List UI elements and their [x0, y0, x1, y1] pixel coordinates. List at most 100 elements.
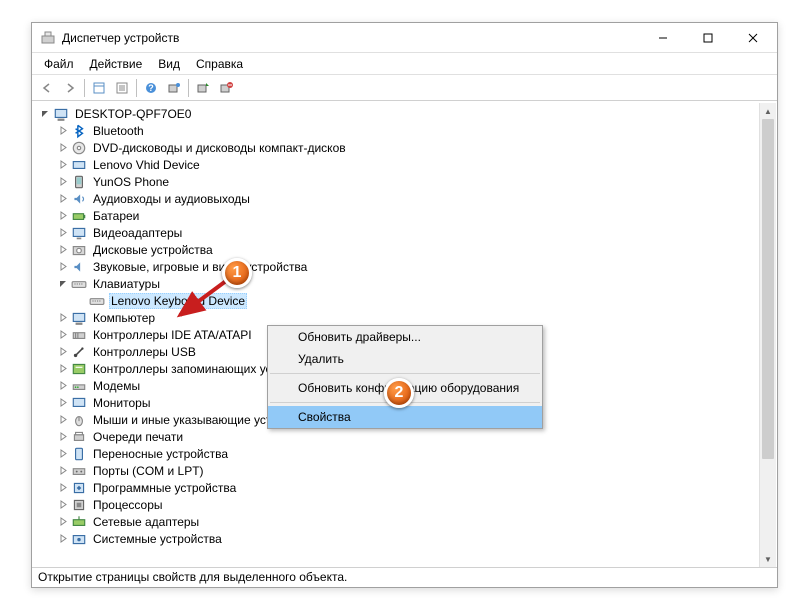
expand-icon[interactable] — [57, 516, 69, 528]
expand-icon[interactable] — [57, 363, 69, 375]
tree-node-label: Клавиатуры — [91, 276, 162, 292]
menu-file[interactable]: Файл — [36, 55, 82, 73]
status-text: Открытие страницы свойств для выделенног… — [38, 570, 347, 584]
collapse-icon[interactable] — [57, 278, 69, 290]
expand-icon[interactable] — [57, 125, 69, 137]
minimize-button[interactable] — [640, 23, 685, 52]
bluetooth-icon — [71, 123, 87, 139]
update-driver-button[interactable] — [192, 77, 214, 99]
printer-icon — [71, 429, 87, 445]
forward-button[interactable] — [59, 77, 81, 99]
disk-icon — [71, 242, 87, 258]
close-button[interactable] — [730, 23, 775, 52]
tree-node[interactable]: Клавиатуры — [33, 275, 776, 292]
tree-node[interactable]: Lenovo Vhid Device — [33, 156, 776, 173]
tree-node[interactable]: Lenovo Keyboard Device — [33, 292, 776, 309]
tree-node[interactable]: Компьютер — [33, 309, 776, 326]
expand-icon[interactable] — [57, 414, 69, 426]
context-delete[interactable]: Удалить — [268, 348, 542, 370]
tree-node[interactable]: Дисковые устройства — [33, 241, 776, 258]
expand-icon[interactable] — [57, 159, 69, 171]
expand-icon[interactable] — [57, 499, 69, 511]
expand-icon[interactable] — [57, 261, 69, 273]
tree-node[interactable]: Программные устройства — [33, 479, 776, 496]
dvd-icon — [71, 140, 87, 156]
context-properties[interactable]: Свойства — [268, 406, 542, 428]
phone-icon — [71, 174, 87, 190]
scroll-down-arrow[interactable]: ▼ — [760, 551, 776, 567]
port-icon — [71, 463, 87, 479]
maximize-button[interactable] — [685, 23, 730, 52]
tree-node[interactable]: Переносные устройства — [33, 445, 776, 462]
expand-icon[interactable] — [57, 465, 69, 477]
expand-icon[interactable] — [57, 312, 69, 324]
tree-node[interactable]: Сетевые адаптеры — [33, 513, 776, 530]
storage-icon — [71, 361, 87, 377]
cpu-icon — [71, 497, 87, 513]
expand-icon[interactable] — [57, 329, 69, 341]
context-update-drivers[interactable]: Обновить драйверы... — [268, 326, 542, 348]
expand-icon[interactable] — [57, 210, 69, 222]
collapse-icon[interactable] — [39, 108, 51, 120]
battery-icon — [71, 208, 87, 224]
menu-view[interactable]: Вид — [150, 55, 188, 73]
tree-node-label: Программные устройства — [91, 480, 238, 496]
tree-node[interactable]: YunOS Phone — [33, 173, 776, 190]
tree-node-label: Дисковые устройства — [91, 242, 215, 258]
expand-icon[interactable] — [57, 397, 69, 409]
tree-node-label: DVD-дисководы и дисководы компакт-дисков — [91, 140, 348, 156]
scroll-up-arrow[interactable]: ▲ — [760, 103, 776, 119]
back-button[interactable] — [36, 77, 58, 99]
menu-action[interactable]: Действие — [82, 55, 151, 73]
ide-icon — [71, 327, 87, 343]
vertical-scrollbar[interactable]: ▲ ▼ — [759, 103, 776, 567]
tree-node[interactable]: Видеоадаптеры — [33, 224, 776, 241]
help-button[interactable]: ? — [140, 77, 162, 99]
context-separator — [270, 373, 540, 374]
tree-node[interactable]: Батареи — [33, 207, 776, 224]
menu-help[interactable]: Справка — [188, 55, 251, 73]
system-icon — [71, 531, 87, 547]
expand-icon[interactable] — [57, 533, 69, 545]
expand-icon[interactable] — [57, 176, 69, 188]
tree-node[interactable]: DESKTOP-QPF7OE0 — [33, 105, 776, 122]
expand-icon[interactable] — [57, 227, 69, 239]
expand-icon[interactable] — [57, 380, 69, 392]
tree-node-label: Очереди печати — [91, 429, 185, 445]
titlebar: Диспетчер устройств — [32, 23, 777, 53]
statusbar: Открытие страницы свойств для выделенног… — [32, 567, 777, 587]
tree-node-label: Порты (COM и LPT) — [91, 463, 206, 479]
tree-node[interactable]: Процессоры — [33, 496, 776, 513]
tree-node[interactable]: Порты (COM и LPT) — [33, 462, 776, 479]
expand-icon[interactable] — [57, 431, 69, 443]
tree-node[interactable]: DVD-дисководы и дисководы компакт-дисков — [33, 139, 776, 156]
software-icon — [71, 480, 87, 496]
tree-node-label: Компьютер — [91, 310, 157, 326]
scroll-thumb[interactable] — [762, 119, 774, 459]
device-manager-window: Диспетчер устройств Файл Действие Вид Сп… — [31, 22, 778, 588]
tree-node[interactable]: Звуковые, игровые и видеоустройства — [33, 258, 776, 275]
uninstall-device-button[interactable] — [215, 77, 237, 99]
expand-icon[interactable] — [57, 244, 69, 256]
expand-icon[interactable] — [57, 142, 69, 154]
menubar: Файл Действие Вид Справка — [32, 53, 777, 75]
tree-node-label: DESKTOP-QPF7OE0 — [73, 106, 193, 122]
expand-icon[interactable] — [57, 193, 69, 205]
expand-icon[interactable] — [57, 482, 69, 494]
scan-hardware-button[interactable] — [163, 77, 185, 99]
properties-button[interactable] — [111, 77, 133, 99]
tree-node-label: Контроллеры USB — [91, 344, 198, 360]
expand-icon[interactable] — [57, 448, 69, 460]
expand-icon — [75, 295, 87, 307]
keyboard-icon — [89, 293, 105, 309]
tree-node[interactable]: Аудиовходы и аудиовыходы — [33, 190, 776, 207]
toolbar-separator — [188, 79, 189, 97]
usb-icon — [71, 344, 87, 360]
expand-icon[interactable] — [57, 346, 69, 358]
tree-node[interactable]: Очереди печати — [33, 428, 776, 445]
window-buttons — [640, 23, 775, 52]
show-hide-tree-button[interactable] — [88, 77, 110, 99]
tree-node[interactable]: Bluetooth — [33, 122, 776, 139]
tree-node-label: Системные устройства — [91, 531, 224, 547]
tree-node[interactable]: Системные устройства — [33, 530, 776, 547]
